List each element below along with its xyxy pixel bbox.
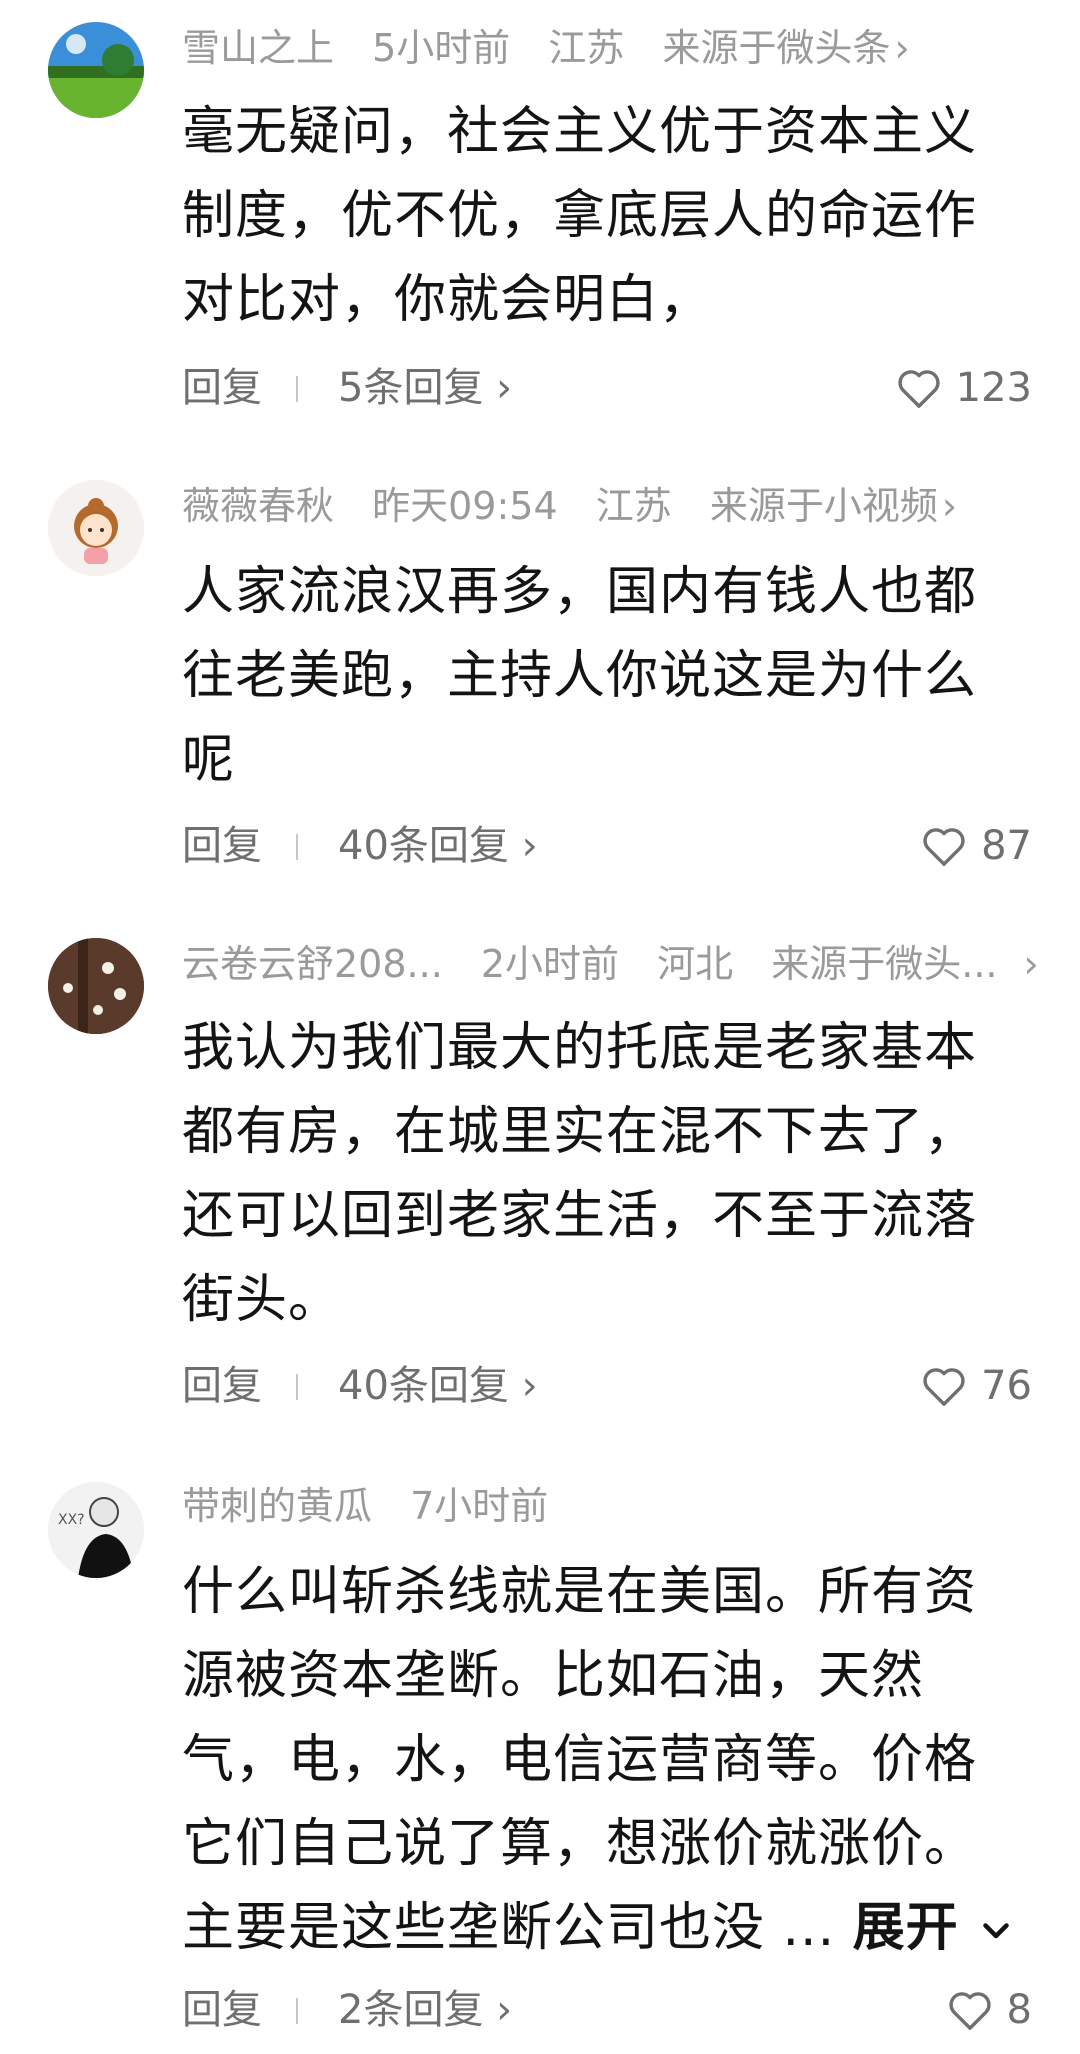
chevron-right-icon: › bbox=[496, 365, 513, 411]
chevron-right-icon: › bbox=[894, 26, 910, 70]
like-count: 8 bbox=[1006, 1987, 1032, 2033]
chevron-right-icon: › bbox=[521, 1363, 538, 1409]
comment-actions: 回复 5条回复 › 123 bbox=[182, 356, 1032, 420]
blossom-avatar-icon bbox=[48, 938, 144, 1034]
reply-button[interactable]: 回复 bbox=[182, 356, 262, 420]
comment-text-line: 什么叫斩杀线就是在美国。所有资 bbox=[182, 1562, 978, 1622]
comment-source[interactable]: 来源于微头条 bbox=[663, 26, 891, 70]
view-replies-button[interactable]: 2条回复 › bbox=[338, 1978, 512, 2042]
comment-text: 毫无疑问，社会主义优于资本主义 制度，优不优，拿底层人的命运作 对比对，你就会明… bbox=[182, 90, 1032, 342]
chevron-down-icon bbox=[983, 1923, 1009, 1939]
sketch-avatar-icon: XX? bbox=[48, 1482, 144, 1578]
comment-text: 我认为我们最大的托底是老家基本 都有房，在城里实在混不下去了， 还可以回到老家生… bbox=[182, 1006, 1032, 1342]
svg-text:XX?: XX? bbox=[58, 1512, 85, 1528]
heart-outline-icon bbox=[923, 1368, 965, 1406]
reply-button[interactable]: 回复 bbox=[182, 1354, 262, 1418]
avatar[interactable] bbox=[48, 480, 144, 576]
heart-outline-icon bbox=[923, 828, 965, 866]
view-replies-button[interactable]: 40条回复 › bbox=[338, 814, 538, 878]
comment-actions: 回复 40条回复 › 87 bbox=[182, 814, 1032, 878]
comment-time: 5小时前 bbox=[372, 26, 511, 70]
comment-time: 7小时前 bbox=[410, 1484, 549, 1528]
comment-text-line: 它们自己说了算，想涨价就涨价。 bbox=[182, 1814, 978, 1874]
comment-time: 昨天09:54 bbox=[372, 484, 558, 528]
comment-text-line: 呢 bbox=[182, 730, 236, 790]
expand-button[interactable]: 展开 bbox=[853, 1898, 1014, 1958]
comment-text-line: 还可以回到老家生活，不至于流落 bbox=[182, 1186, 978, 1246]
comment-location: 河北 bbox=[657, 942, 734, 986]
divider bbox=[296, 1374, 298, 1400]
comment-text-line: 制度，优不优，拿底层人的命运作 bbox=[182, 186, 978, 246]
comment-text-line: 都有房，在城里实在混不下去了， bbox=[182, 1102, 978, 1162]
view-replies-label: 2条回复 bbox=[338, 1987, 484, 2033]
comment-text: 人家流浪汉再多，国内有钱人也都 往老美跑，主持人你说这是为什么 呢 bbox=[182, 550, 1032, 802]
reply-button[interactable]: 回复 bbox=[182, 1978, 262, 2042]
like-button[interactable]: 8 bbox=[947, 1978, 1032, 2042]
view-replies-button[interactable]: 40条回复 › bbox=[338, 1354, 538, 1418]
expand-label: 展开 bbox=[852, 1898, 959, 1958]
view-replies-button[interactable]: 5条回复 › bbox=[338, 356, 512, 420]
like-button[interactable]: 123 bbox=[896, 356, 1032, 420]
comment-actions: 回复 2条回复 › 8 bbox=[182, 1978, 1032, 2042]
comment-location: 江苏 bbox=[548, 26, 625, 70]
comment-meta: 云卷云舒208... 2小时前 河北 来源于微头... › bbox=[182, 934, 1040, 994]
chevron-right-icon: › bbox=[521, 823, 538, 869]
comment-text-line: 往老美跑，主持人你说这是为什么 bbox=[182, 646, 978, 706]
comment-location: 江苏 bbox=[595, 484, 672, 528]
like-count: 87 bbox=[981, 823, 1032, 869]
comment-text: 什么叫斩杀线就是在美国。所有资 源被资本垄断。比如石油，天然 气，电，水，电信运… bbox=[182, 1550, 1032, 1970]
landscape-avatar-icon bbox=[48, 22, 144, 118]
reply-button[interactable]: 回复 bbox=[182, 814, 262, 878]
comment-text-line: 我认为我们最大的托底是老家基本 bbox=[182, 1018, 978, 1078]
like-button[interactable]: 76 bbox=[921, 1354, 1032, 1418]
comment-source[interactable]: 来源于小视频 bbox=[710, 484, 938, 528]
username[interactable]: 薇薇春秋 bbox=[182, 484, 334, 528]
like-count: 76 bbox=[981, 1363, 1032, 1409]
view-replies-label: 5条回复 bbox=[338, 365, 484, 411]
comment-text-line: 主要是这些垄断公司也没 ... 展开 bbox=[182, 1886, 1032, 1970]
divider bbox=[296, 834, 298, 860]
comment-text-truncated: 主要是这些垄断公司也没 ... bbox=[182, 1898, 836, 1958]
cartoon-girl-avatar-icon bbox=[48, 480, 144, 576]
comment-text-line: 街头。 bbox=[182, 1270, 342, 1330]
username[interactable]: 云卷云舒208... bbox=[182, 942, 443, 986]
divider bbox=[296, 376, 298, 402]
comment-meta: 带刺的黄瓜 7小时前 bbox=[182, 1476, 1040, 1536]
heart-outline-icon bbox=[898, 370, 940, 408]
comment-text-line: 人家流浪汉再多，国内有钱人也都 bbox=[182, 562, 978, 622]
comment-meta: 雪山之上 5小时前 江苏 来源于微头条 › bbox=[182, 18, 1040, 78]
username[interactable]: 带刺的黄瓜 bbox=[182, 1484, 372, 1528]
comment-text-line: 对比对，你就会明白， bbox=[182, 270, 713, 330]
avatar[interactable] bbox=[48, 22, 144, 118]
like-count: 123 bbox=[955, 365, 1032, 411]
comment-text-line: 源被资本垄断。比如石油，天然 bbox=[182, 1646, 925, 1706]
view-replies-label: 40条回复 bbox=[338, 1363, 509, 1409]
view-replies-label: 40条回复 bbox=[338, 823, 509, 869]
divider bbox=[296, 1998, 298, 2024]
comment-meta: 薇薇春秋 昨天09:54 江苏 来源于小视频 › bbox=[182, 476, 1040, 536]
chevron-right-icon: › bbox=[1023, 942, 1039, 986]
comment-text-line: 气，电，水，电信运营商等。价格 bbox=[182, 1730, 978, 1790]
avatar[interactable] bbox=[48, 938, 144, 1034]
chevron-right-icon: › bbox=[496, 1987, 513, 2033]
comment-time: 2小时前 bbox=[480, 942, 620, 986]
username[interactable]: 雪山之上 bbox=[182, 26, 334, 70]
chevron-right-icon: › bbox=[941, 484, 958, 528]
comment-source[interactable]: 来源于微头... bbox=[771, 942, 997, 986]
comment-actions: 回复 40条回复 › 76 bbox=[182, 1354, 1032, 1418]
avatar[interactable]: XX? bbox=[48, 1482, 144, 1578]
comment-text-line: 毫无疑问，社会主义优于资本主义 bbox=[182, 102, 978, 162]
like-button[interactable]: 87 bbox=[921, 814, 1032, 878]
heart-outline-icon bbox=[948, 1992, 991, 2030]
